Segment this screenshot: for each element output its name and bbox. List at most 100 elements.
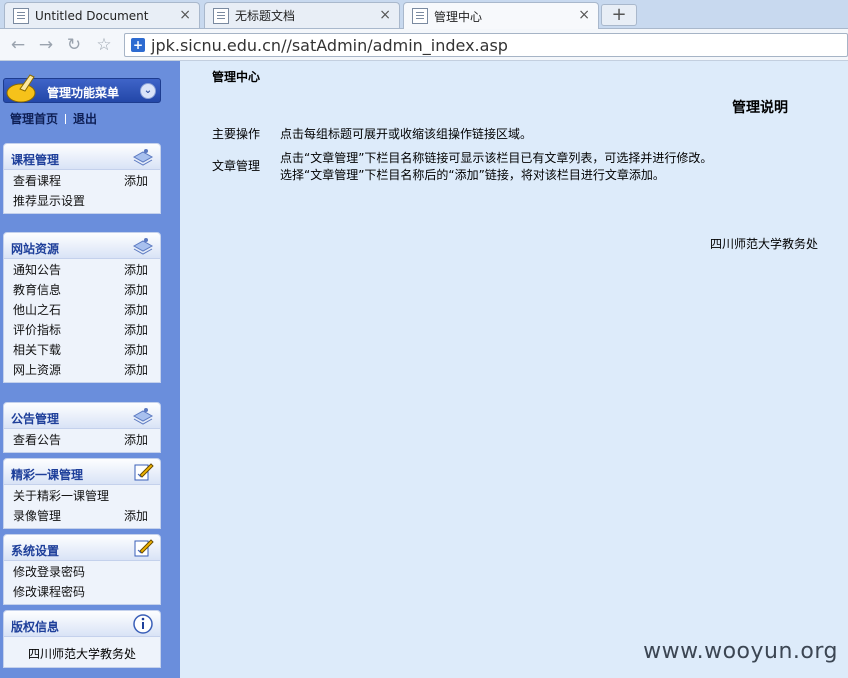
list-item: 修改课程密码 [4, 582, 160, 602]
list-item: 修改登录密码 [4, 562, 160, 582]
group-header[interactable]: 网站资源 [3, 232, 161, 259]
add-link[interactable]: 添加 [124, 280, 148, 300]
edit-icon [134, 463, 154, 481]
bookmark-star-icon[interactable]: ☆ [94, 35, 114, 55]
close-icon[interactable]: × [379, 7, 391, 23]
group-course-management: 课程管理 查看课程 添加 推荐显示设置 [3, 143, 161, 214]
group-body: 通知公告 添加 教育信息 添加 他山之石 添加 评价指标 添加 相关下载 添加 网上资源添… [3, 259, 161, 383]
page-icon [13, 7, 29, 24]
link-online-resources[interactable]: 网上资源 [13, 363, 61, 377]
link-view-courses[interactable]: 查看课程 [13, 174, 61, 188]
link-recommend-settings[interactable]: 推荐显示设置 [13, 194, 85, 208]
list-item: 关于精彩一课管理 [4, 486, 160, 506]
list-item: 录像管理 添加 [4, 506, 160, 526]
back-icon[interactable]: ← [8, 35, 28, 55]
group-body: 查看课程 添加 推荐显示设置 [3, 170, 161, 214]
close-icon[interactable]: × [179, 7, 191, 23]
group-site-resources: 网站资源 通知公告 添加 教育信息 添加 他山之石 添加 评价指标 添加 相关下载 添加 … [3, 232, 161, 383]
link-video-management[interactable]: 录像管理 [13, 509, 61, 523]
group-body: 关于精彩一课管理 录像管理 添加 [3, 485, 161, 529]
list-item: 评价指标 添加 [4, 320, 160, 340]
browser-tab-admin[interactable]: 管理中心 × [403, 2, 599, 29]
list-item: 他山之石 添加 [4, 300, 160, 320]
group-title: 课程管理 [11, 153, 60, 167]
instruction-text: 选择“文章管理”下栏目名称后的“添加”链接，将对该栏目进行文章添加。 [280, 168, 665, 182]
stack-icon [132, 149, 154, 166]
stack-icon [132, 238, 154, 255]
add-link[interactable]: 添加 [124, 340, 148, 360]
edit-icon [134, 539, 154, 557]
list-item: 查看课程 添加 [4, 171, 160, 191]
group-header[interactable]: 公告管理 [3, 402, 161, 429]
add-link[interactable]: 添加 [124, 171, 148, 191]
broom-logo-icon [6, 74, 36, 103]
group-header[interactable]: 课程管理 [3, 143, 161, 170]
add-link[interactable]: 添加 [124, 300, 148, 320]
link-notices[interactable]: 通知公告 [13, 263, 61, 277]
link-downloads[interactable]: 相关下载 [13, 343, 61, 357]
link-change-course-password[interactable]: 修改课程密码 [13, 585, 85, 599]
group-title: 公告管理 [11, 412, 60, 426]
group-title: 系统设置 [11, 544, 60, 558]
menu-header[interactable]: 管理功能菜单 ⌄ [3, 74, 161, 103]
divider [65, 114, 67, 124]
reload-icon[interactable]: ↻ [64, 35, 84, 55]
group-title: 网站资源 [11, 242, 60, 256]
group-header[interactable]: 版权信息 [3, 610, 161, 637]
group-copyright: 版权信息 四川师范大学教务处 [3, 610, 161, 668]
list-item: 相关下载 添加 [4, 340, 160, 360]
new-tab-button[interactable]: + [601, 4, 637, 26]
copyright-text: 四川师范大学教务处 [27, 647, 136, 661]
home-link[interactable]: 管理首页 [10, 112, 58, 126]
group-title: 精彩一课管理 [11, 468, 84, 482]
page-icon [412, 8, 428, 24]
group-system-settings: 系统设置 修改登录密码 修改课程密码 [3, 534, 161, 605]
main-content: 管理中心 管理说明 主要操作 点击每组标题可展开或收缩该组操作链接区域。 文章管… [180, 61, 848, 678]
page-area: 管理功能菜单 ⌄ 管理首页 退出 课程管理 查看课程 添加 推荐显示设置 网站资源 [0, 61, 848, 678]
add-link[interactable]: 添加 [124, 430, 148, 450]
list-item: 查看公告 添加 [4, 430, 160, 450]
add-link[interactable]: 添加 [124, 506, 148, 526]
group-body: 四川师范大学教务处 [3, 637, 161, 668]
link-education-info[interactable]: 教育信息 [13, 283, 61, 297]
link-view-announcements[interactable]: 查看公告 [13, 433, 61, 447]
footer-text: 四川师范大学教务处 [710, 237, 819, 251]
browser-tab-wubiaoti[interactable]: 无标题文档 × [204, 2, 400, 28]
instruction-text: 点击“文章管理”下栏目名称链接可显示该栏目已有文章列表，可选择并进行修改。 [280, 151, 713, 165]
instruction-label: 文章管理 [212, 159, 261, 173]
link-change-login-password[interactable]: 修改登录密码 [13, 565, 85, 579]
browser-tab-untitled[interactable]: Untitled Document × [4, 2, 200, 28]
group-header[interactable]: 精彩一课管理 [3, 458, 161, 485]
top-links: 管理首页 退出 [10, 110, 97, 127]
close-icon[interactable]: × [578, 7, 590, 23]
tab-title: Untitled Document [35, 8, 149, 23]
add-link[interactable]: 添加 [124, 360, 148, 380]
list-item: 教育信息 添加 [4, 280, 160, 300]
link-evaluation-criteria[interactable]: 评价指标 [13, 323, 61, 337]
browser-tab-bar: Untitled Document × 无标题文档 × 管理中心 × + [0, 0, 848, 29]
sidebar: 管理功能菜单 ⌄ 管理首页 退出 课程管理 查看课程 添加 推荐显示设置 网站资源 [0, 61, 180, 678]
group-body: 修改登录密码 修改课程密码 [3, 561, 161, 605]
url-text: jpk.sicnu.edu.cn//satAdmin/admin_index.a… [151, 35, 508, 55]
collapse-chevron-icon[interactable]: ⌄ [140, 83, 156, 99]
info-icon [133, 614, 153, 634]
menu-title: 管理功能菜单 [47, 86, 120, 100]
address-bar-row: ← → ↻ ☆ + jpk.sicnu.edu.cn//satAdmin/adm… [0, 29, 848, 61]
add-link[interactable]: 添加 [124, 320, 148, 340]
logout-link[interactable]: 退出 [73, 112, 97, 126]
list-item: 网上资源 添加 [4, 360, 160, 380]
link-about-featured-lesson[interactable]: 关于精彩一课管理 [13, 489, 109, 503]
group-featured-lesson: 精彩一课管理 关于精彩一课管理 录像管理 添加 [3, 458, 161, 529]
instruction-label: 主要操作 [212, 127, 261, 141]
url-input[interactable]: + jpk.sicnu.edu.cn//satAdmin/admin_index… [124, 33, 848, 57]
watermark: www.wooyun.org [643, 639, 838, 664]
site-shield-icon: + [131, 38, 145, 52]
forward-icon[interactable]: → [36, 35, 56, 55]
link-other-experience[interactable]: 他山之石 [13, 303, 61, 317]
add-link[interactable]: 添加 [124, 260, 148, 280]
group-body: 查看公告 添加 [3, 429, 161, 453]
tab-title: 无标题文档 [235, 9, 296, 23]
group-header[interactable]: 系统设置 [3, 534, 161, 561]
group-announcement-management: 公告管理 查看公告 添加 [3, 402, 161, 453]
page-title: 管理中心 [212, 70, 261, 84]
